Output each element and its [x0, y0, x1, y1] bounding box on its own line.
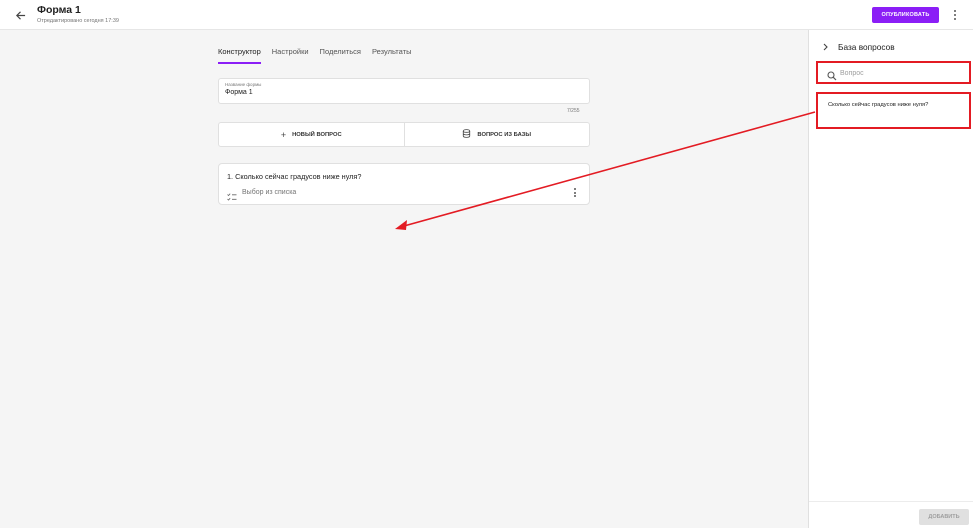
form-name-field[interactable]: Название формы Форма 1: [218, 78, 590, 104]
question-type: Выбор из списка: [242, 189, 297, 196]
question-menu-icon[interactable]: [572, 187, 578, 198]
form-title: Форма 1: [37, 4, 81, 16]
question-text: 1. Сколько сейчас градусов ниже нуля?: [227, 172, 362, 181]
search-input[interactable]: [840, 67, 960, 79]
publish-button[interactable]: ОПУБЛИКОВАТЬ: [872, 7, 939, 23]
tab-constructor[interactable]: Конструктор: [218, 44, 261, 64]
list-check-icon: [227, 189, 237, 201]
add-button[interactable]: ДОБАВИТЬ: [919, 509, 969, 525]
tab-results[interactable]: Результаты: [372, 44, 412, 64]
panel-title: База вопросов: [838, 42, 895, 52]
search-icon: [827, 68, 837, 81]
new-question-label: НОВЫЙ ВОПРОС: [292, 131, 342, 138]
new-question-button[interactable]: + НОВЫЙ ВОПРОС: [219, 123, 404, 146]
char-counter: 7/255: [567, 108, 580, 114]
form-name-value[interactable]: Форма 1: [225, 89, 253, 96]
tab-share[interactable]: Поделиться: [320, 44, 361, 64]
database-icon: [462, 129, 471, 140]
footer-divider: [809, 501, 973, 502]
chevron-right-icon[interactable]: [822, 43, 829, 53]
base-question-item[interactable]: Сколько сейчас градусов ниже нуля?: [816, 92, 971, 129]
add-question-bar: + НОВЫЙ ВОПРОС ВОПРОС ИЗ БАЗЫ: [218, 122, 590, 147]
question-search[interactable]: [816, 61, 971, 84]
tab-bar: Конструктор Настройки Поделиться Результ…: [218, 44, 422, 64]
question-base-panel: База вопросов Сколько сейчас градусов ни…: [808, 30, 973, 528]
question-from-base-button[interactable]: ВОПРОС ИЗ БАЗЫ: [403, 123, 590, 146]
more-vertical-icon[interactable]: [950, 8, 960, 22]
form-name-label: Название формы: [225, 82, 262, 87]
plus-icon: +: [280, 129, 287, 140]
arrow-left-icon[interactable]: [12, 7, 28, 23]
edited-timestamp: Отредактировано сегодня 17:39: [37, 18, 119, 24]
from-base-label: ВОПРОС ИЗ БАЗЫ: [477, 131, 532, 138]
tab-settings[interactable]: Настройки: [272, 44, 309, 64]
question-card[interactable]: 1. Сколько сейчас градусов ниже нуля? Вы…: [218, 163, 590, 205]
top-bar: Форма 1 Отредактировано сегодня 17:39 ОП…: [0, 0, 973, 30]
